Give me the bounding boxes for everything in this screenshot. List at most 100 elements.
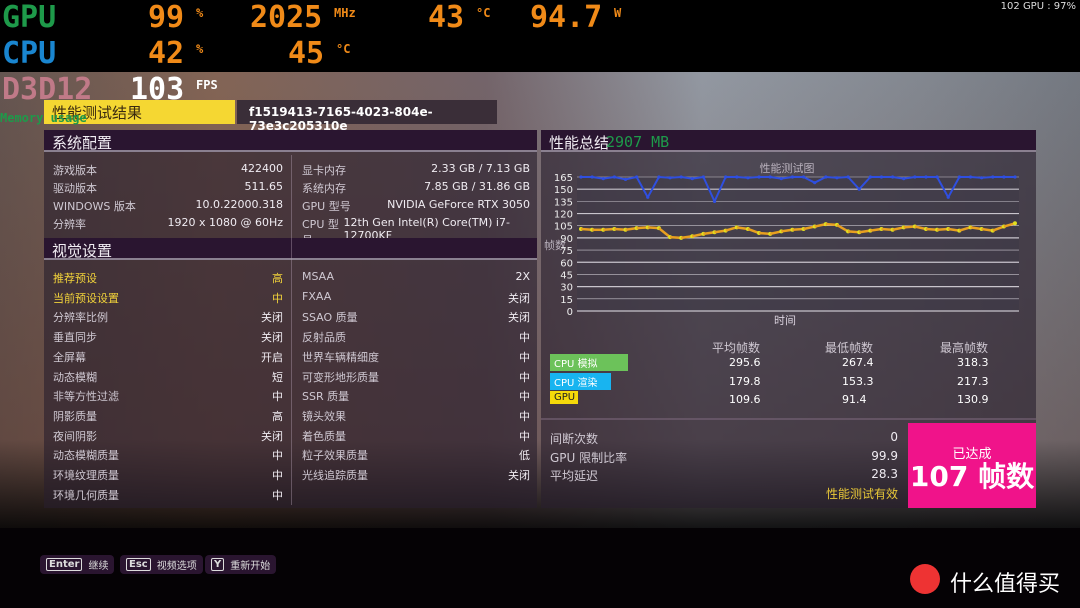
osd-cpu-label: CPU [2, 36, 57, 71]
y-tick-label: 45 [560, 270, 573, 281]
series-line [825, 176, 838, 179]
setting-label: 游戏版本 [53, 164, 97, 177]
data-point [1013, 221, 1017, 226]
setting-label: FXAA [302, 289, 332, 303]
series-line [970, 176, 982, 179]
y-tick-label: 150 [554, 185, 573, 196]
stat-value: 0 [890, 430, 898, 444]
key-hint: Esc [126, 558, 151, 571]
setting-row: 反射品质 中 [302, 329, 530, 345]
setting-row: 环境纹理质量 中 [53, 467, 283, 483]
osd-memory-label: Memory usage [0, 111, 87, 125]
setting-value: 2X [515, 270, 530, 283]
setting-label: 镜头效果 [302, 409, 346, 423]
table-cell: 153.3 [842, 374, 874, 388]
setting-row: FXAA 关闭 [302, 290, 530, 306]
setting-value: 关闭 [508, 291, 530, 305]
stat-row: 间断次数 0 [550, 430, 898, 447]
setting-value: 中 [272, 488, 283, 502]
setting-row: 全屏幕 开启 [53, 349, 283, 365]
setting-value: 10.0.22000.318 [195, 198, 283, 211]
setting-value: 中 [519, 390, 530, 404]
y-tick-label: 30 [560, 283, 573, 294]
setting-label: WINDOWS 版本 [53, 200, 136, 213]
setting-value: 2.33 GB / 7.13 GB [431, 162, 530, 175]
setting-label: 环境几何质量 [53, 488, 119, 502]
setting-label: 可变形地形质量 [302, 370, 379, 384]
setting-row: SSAO 质量 关闭 [302, 309, 530, 325]
setting-value: 关闭 [508, 311, 530, 325]
setting-value: 开启 [261, 350, 283, 364]
y-tick-label: 90 [560, 234, 573, 245]
osd-gpu-temp: 43 [428, 0, 465, 35]
stat-value: 28.3 [871, 467, 898, 481]
series-line [981, 176, 993, 179]
y-tick-label: 0 [567, 307, 573, 318]
setting-value: 中 [519, 429, 530, 443]
setting-value: 1920 x 1080 @ 60Hz [167, 216, 283, 229]
setting-value: 中 [519, 370, 530, 384]
setting-label: 夜间阴影 [53, 429, 97, 443]
setting-label: SSAO 质量 [302, 311, 358, 325]
y-tick-label: 120 [554, 210, 573, 221]
y-tick-label: 15 [560, 295, 573, 306]
y-tick-label: 105 [554, 222, 573, 233]
setting-value: 高 [272, 409, 283, 423]
osd-gpu-load: 99 [148, 0, 185, 35]
setting-row: 显卡内存 2.33 GB / 7.13 GB [302, 162, 530, 178]
osd-unit: % [196, 6, 204, 20]
setting-row: 驱动版本 511.65 [53, 180, 283, 196]
stat-label: GPU 限制比率 [550, 450, 628, 465]
key-hint: Enter [46, 558, 83, 571]
setting-row: 光线追踪质量 关闭 [302, 467, 530, 483]
setting-row: 当前预设设置 中 [53, 290, 283, 306]
setting-value: 关闭 [508, 469, 530, 482]
setting-label: MSAA [302, 270, 335, 283]
series-tag: CPU 渲染 [550, 372, 611, 390]
table-cell: 109.6 [729, 393, 761, 406]
chart-title: 性能测试图 [760, 161, 815, 175]
setting-row: 阴影质量 高 [53, 408, 283, 424]
osd-gpu-clock: 2025 [250, 0, 323, 35]
divider [291, 155, 292, 505]
key-hint: Y [211, 558, 225, 571]
series-line [669, 176, 682, 179]
setting-value: 中 [272, 449, 283, 463]
setting-label: 着色质量 [302, 429, 346, 443]
y-tick-label: 135 [554, 197, 573, 208]
setting-row: 游戏版本 422400 [53, 162, 283, 178]
series-tag: GPU [550, 391, 578, 404]
series-line [736, 176, 748, 179]
osd-unit: °C [336, 42, 351, 56]
footer-action-y[interactable]: Y 重新开始 [205, 555, 277, 574]
setting-value: 7.85 GB / 31.86 GB [424, 180, 530, 193]
osd-gpu-power: 94.7 [530, 0, 603, 35]
stat-label: 间断次数 [550, 432, 599, 446]
table-cell: 295.6 [729, 356, 761, 369]
setting-label: 非等方性过滤 [53, 390, 119, 404]
series-line [658, 176, 671, 179]
series-line [747, 176, 760, 179]
osd-corner: 102 GPU : 97% [1000, 1, 1076, 12]
setting-row: 着色质量 中 [302, 428, 530, 444]
setting-label: 光线追踪质量 [302, 469, 368, 482]
chart-xlabel: 时间 [774, 314, 796, 327]
table-header: 最高帧数 [940, 341, 989, 355]
stat-row: 平均延迟 28.3 [550, 467, 898, 484]
footer-action-esc[interactable]: Esc 视频选项 [120, 555, 203, 574]
setting-label: 当前预设设置 [53, 291, 119, 305]
setting-row: SSR 质量 中 [302, 388, 530, 404]
stat-row: GPU 限制比率 99.9 [550, 449, 898, 466]
osd-gpu-label: GPU [2, 0, 57, 35]
setting-label: GPU 型号 [302, 200, 351, 213]
setting-label: 世界车辆精细度 [302, 350, 379, 364]
osd-unit: °C [476, 6, 491, 20]
setting-label: 分辨率 [53, 218, 86, 231]
setting-label: 反射品质 [302, 331, 346, 345]
osd-unit: W [614, 6, 622, 20]
setting-label: 动态模糊 [53, 370, 97, 384]
fps-chart: 性能测试图 时间 帧数 0153045607590105120135150165 [544, 161, 1019, 327]
setting-value: 关闭 [261, 311, 283, 325]
footer-action-enter[interactable]: Enter 继续 [40, 555, 115, 574]
setting-value: 高 [272, 272, 283, 285]
